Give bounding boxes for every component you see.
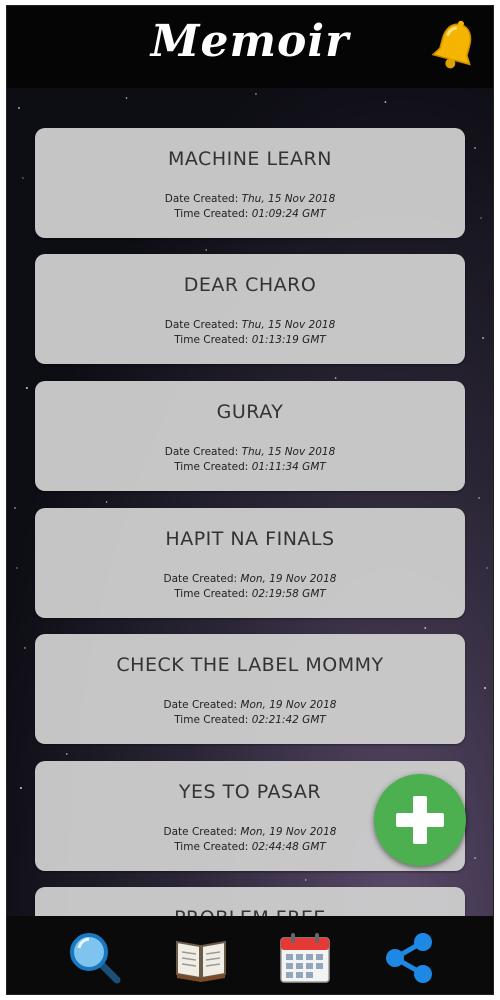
calendar-icon[interactable] — [277, 930, 333, 986]
bottom-navigation — [7, 916, 493, 994]
date-label: Date Created: — [164, 446, 239, 458]
book-icon[interactable] — [173, 930, 229, 986]
time-value: 01:11:34 GMT — [251, 461, 326, 473]
memoir-card[interactable]: PROBLEM FREE — [35, 887, 465, 916]
share-icon[interactable] — [381, 930, 437, 986]
time-value: 01:09:24 GMT — [251, 208, 326, 220]
memoir-title: GURAY — [216, 401, 284, 423]
memoir-card[interactable]: MACHINE LEARN Date Created: Thu, 15 Nov … — [35, 128, 465, 238]
memoir-card[interactable]: HAPIT NA FINALS Date Created: Mon, 19 No… — [35, 508, 465, 618]
memoir-meta: Date Created: Mon, 19 Nov 2018 Time Crea… — [35, 698, 465, 728]
time-value: 02:44:48 GMT — [251, 841, 326, 853]
time-label: Time Created: — [174, 588, 249, 600]
memoir-meta: Date Created: Thu, 15 Nov 2018 Time Crea… — [35, 445, 465, 475]
date-value: Thu, 15 Nov 2018 — [241, 193, 336, 205]
date-label: Date Created: — [163, 699, 238, 711]
date-value: Mon, 19 Nov 2018 — [240, 699, 337, 711]
time-value: 02:21:42 GMT — [251, 714, 326, 726]
memoir-title: MACHINE LEARN — [168, 148, 332, 170]
date-value: Mon, 19 Nov 2018 — [240, 826, 337, 838]
memoir-title: PROBLEM FREE — [35, 907, 465, 916]
date-label: Date Created: — [164, 193, 239, 205]
bell-icon[interactable] — [431, 18, 479, 74]
app-window: Memoir MACHINE LEARN Date Created: Thu, … — [6, 5, 494, 995]
add-memoir-button[interactable] — [374, 774, 466, 866]
app-header: Memoir — [7, 6, 493, 88]
app-logo: Memoir — [150, 16, 350, 67]
date-label: Date Created: — [164, 319, 239, 331]
search-icon[interactable] — [67, 930, 123, 986]
time-label: Time Created: — [174, 841, 249, 853]
memoir-card[interactable]: GURAY Date Created: Thu, 15 Nov 2018 Tim… — [35, 381, 465, 491]
memoir-card[interactable]: DEAR CHARO Date Created: Thu, 15 Nov 201… — [35, 254, 465, 364]
time-label: Time Created: — [174, 714, 249, 726]
date-label: Date Created: — [163, 573, 238, 585]
time-value: 02:19:58 GMT — [251, 588, 326, 600]
date-value: Thu, 15 Nov 2018 — [241, 446, 336, 458]
date-value: Thu, 15 Nov 2018 — [241, 319, 336, 331]
memoir-title: CHECK THE LABEL MOMMY — [116, 654, 384, 676]
time-label: Time Created: — [174, 208, 249, 220]
memoir-title: DEAR CHARO — [183, 274, 317, 296]
memoir-card[interactable]: CHECK THE LABEL MOMMY Date Created: Mon,… — [35, 634, 465, 744]
memoir-meta: Date Created: Thu, 15 Nov 2018 Time Crea… — [35, 318, 465, 348]
date-value: Mon, 19 Nov 2018 — [240, 573, 337, 585]
time-value: 01:13:19 GMT — [251, 334, 326, 346]
memoir-title: HAPIT NA FINALS — [165, 528, 335, 550]
time-label: Time Created: — [174, 334, 249, 346]
time-label: Time Created: — [174, 461, 249, 473]
memoir-meta: Date Created: Mon, 19 Nov 2018 Time Crea… — [35, 572, 465, 602]
date-label: Date Created: — [163, 826, 238, 838]
memoir-meta: Date Created: Thu, 15 Nov 2018 Time Crea… — [35, 192, 465, 222]
